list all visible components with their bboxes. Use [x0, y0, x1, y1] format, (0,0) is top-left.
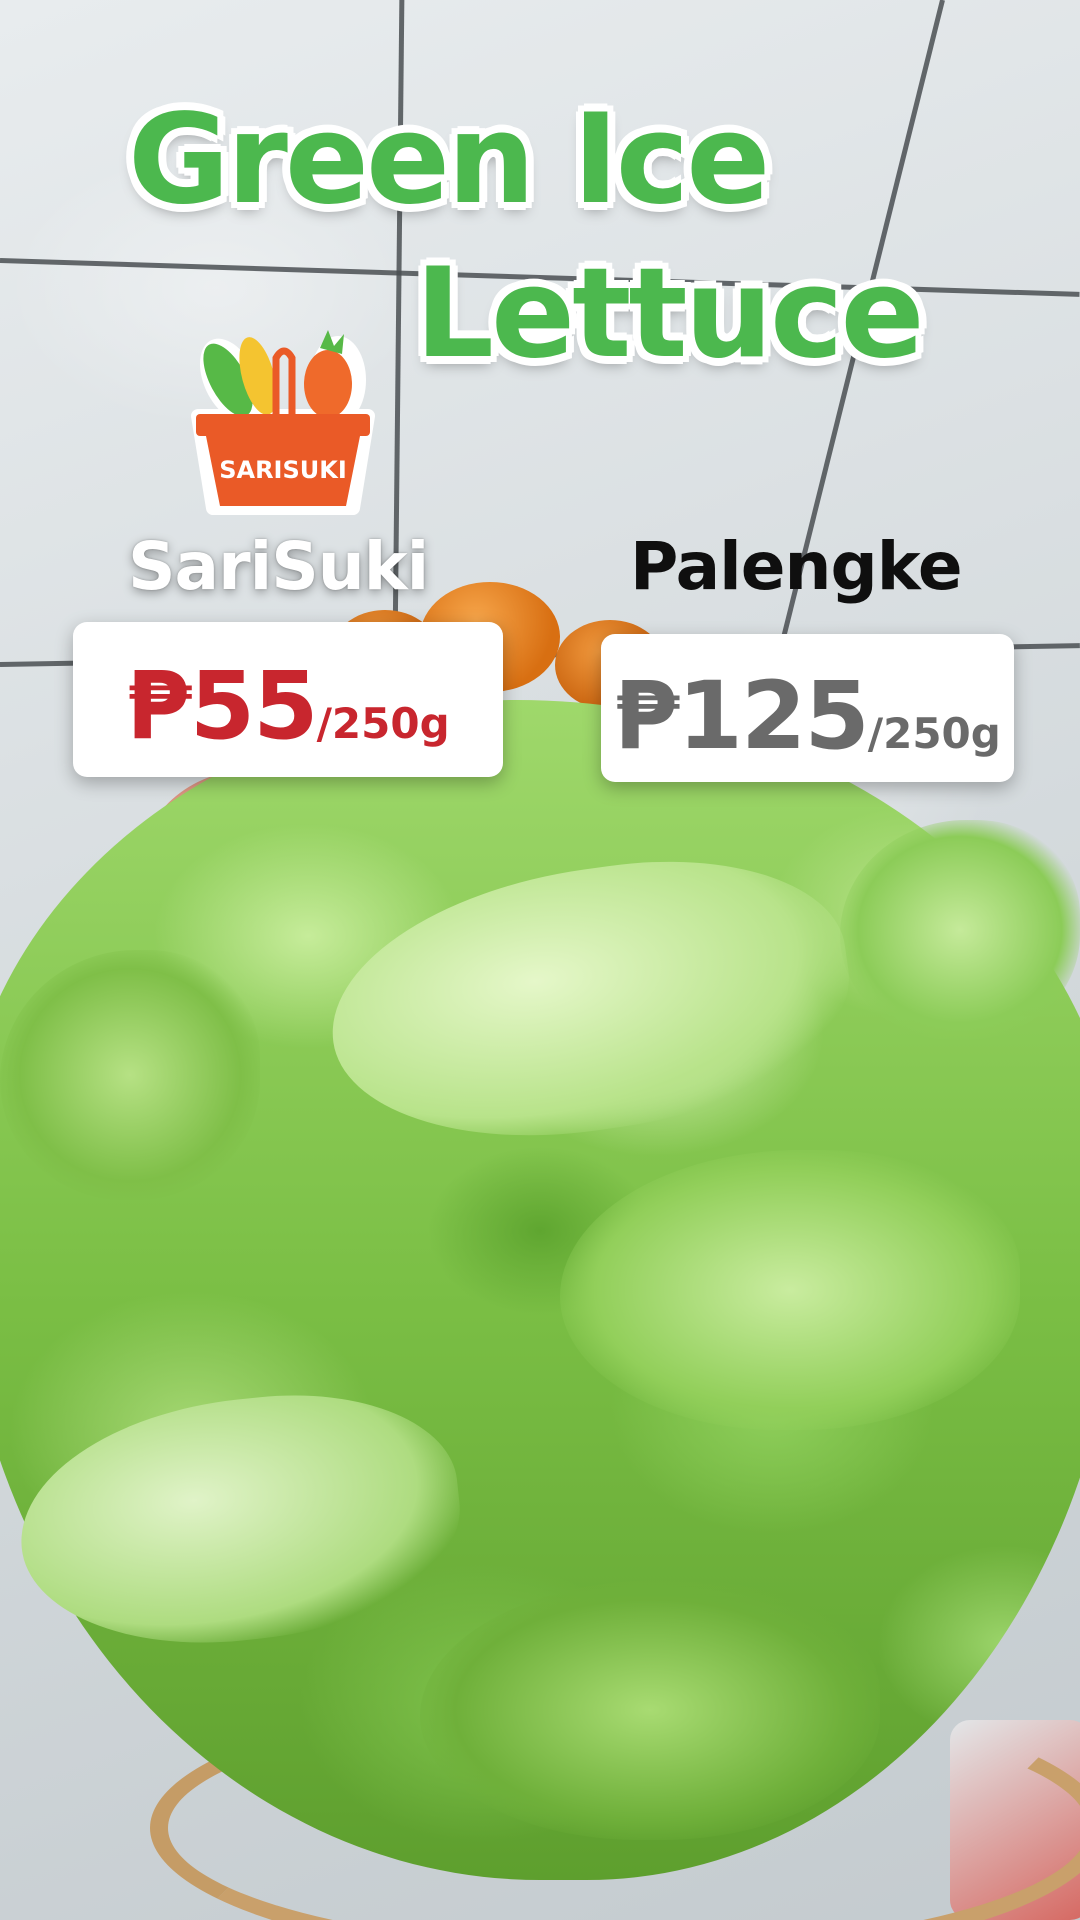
palengke-label: Palengke — [630, 528, 963, 605]
palengke-price: ₱125 — [614, 662, 870, 771]
palengke-price-unit: /250g — [867, 709, 1001, 758]
sarisuki-label: SariSuki — [128, 528, 429, 605]
sarisuki-price-unit: /250g — [316, 699, 450, 748]
sarisuki-price-card: ₱55 /250g — [73, 622, 503, 777]
sarisuki-price: ₱55 — [126, 652, 318, 761]
product-title-line-1: Green Ice — [128, 88, 770, 232]
lettuce-leaf — [840, 820, 1080, 1040]
lettuce-leaf — [0, 950, 260, 1200]
product-title-line-2: Lettuce — [415, 242, 925, 386]
sarisuki-logo: SARISUKI — [188, 318, 378, 518]
basket-icon: SARISUKI — [191, 330, 375, 515]
palengke-price-card: ₱125 /250g — [601, 634, 1014, 782]
logo-text: SARISUKI — [219, 456, 347, 484]
